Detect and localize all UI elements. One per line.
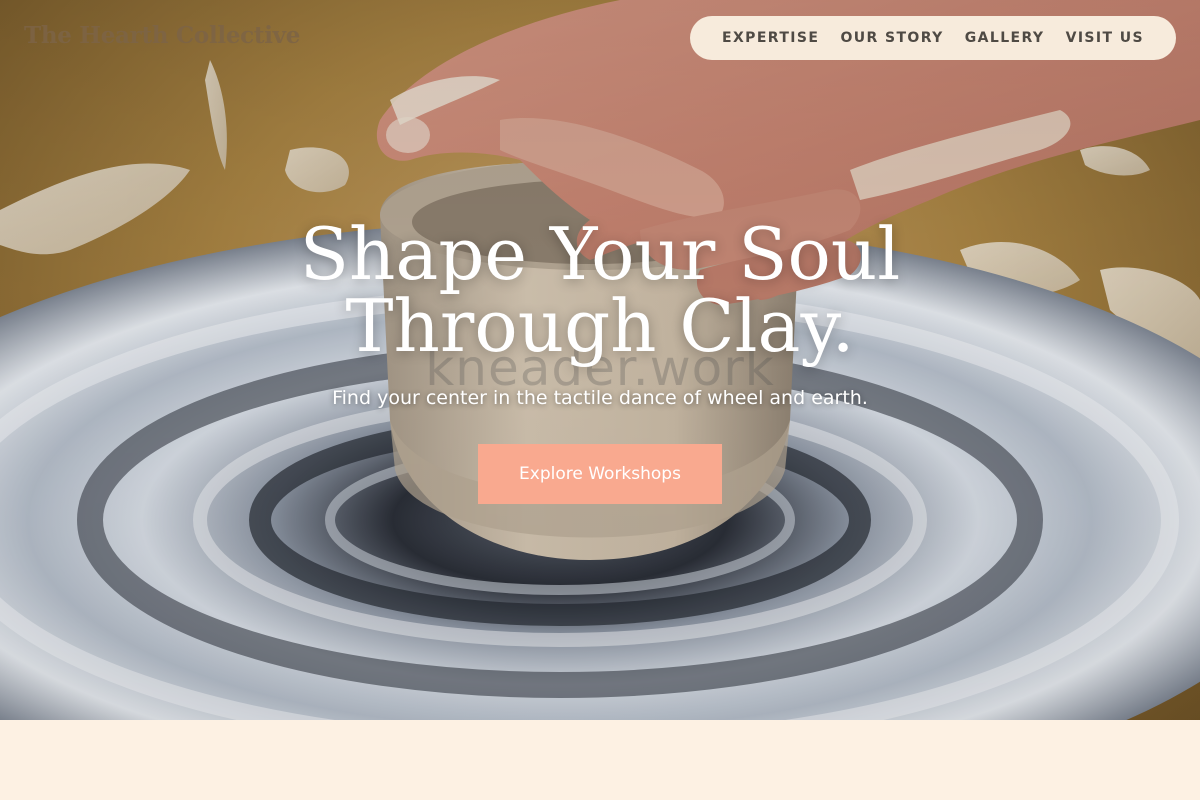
landing-page: The Hearth Collective EXPERTISE OUR STOR… bbox=[0, 0, 1200, 800]
hero-headline: Shape Your Soul Through Clay. bbox=[0, 218, 1200, 362]
hero-headline-line-2: Through Clay. bbox=[345, 284, 855, 368]
brand-logo[interactable]: The Hearth Collective bbox=[24, 22, 300, 49]
main-nav: EXPERTISE OUR STORY GALLERY VISIT US bbox=[690, 16, 1176, 60]
nav-item-expertise[interactable]: EXPERTISE bbox=[722, 30, 819, 46]
nav-item-visit-us[interactable]: VISIT US bbox=[1066, 30, 1144, 46]
nav-item-gallery[interactable]: GALLERY bbox=[965, 30, 1045, 46]
hero-subheadline: Find your center in the tactile dance of… bbox=[332, 387, 868, 409]
explore-workshops-button[interactable]: Explore Workshops bbox=[478, 444, 722, 504]
hero-headline-line-1: Shape Your Soul bbox=[299, 212, 901, 296]
below-hero-section bbox=[0, 720, 1200, 800]
nav-item-our-story[interactable]: OUR STORY bbox=[840, 30, 943, 46]
